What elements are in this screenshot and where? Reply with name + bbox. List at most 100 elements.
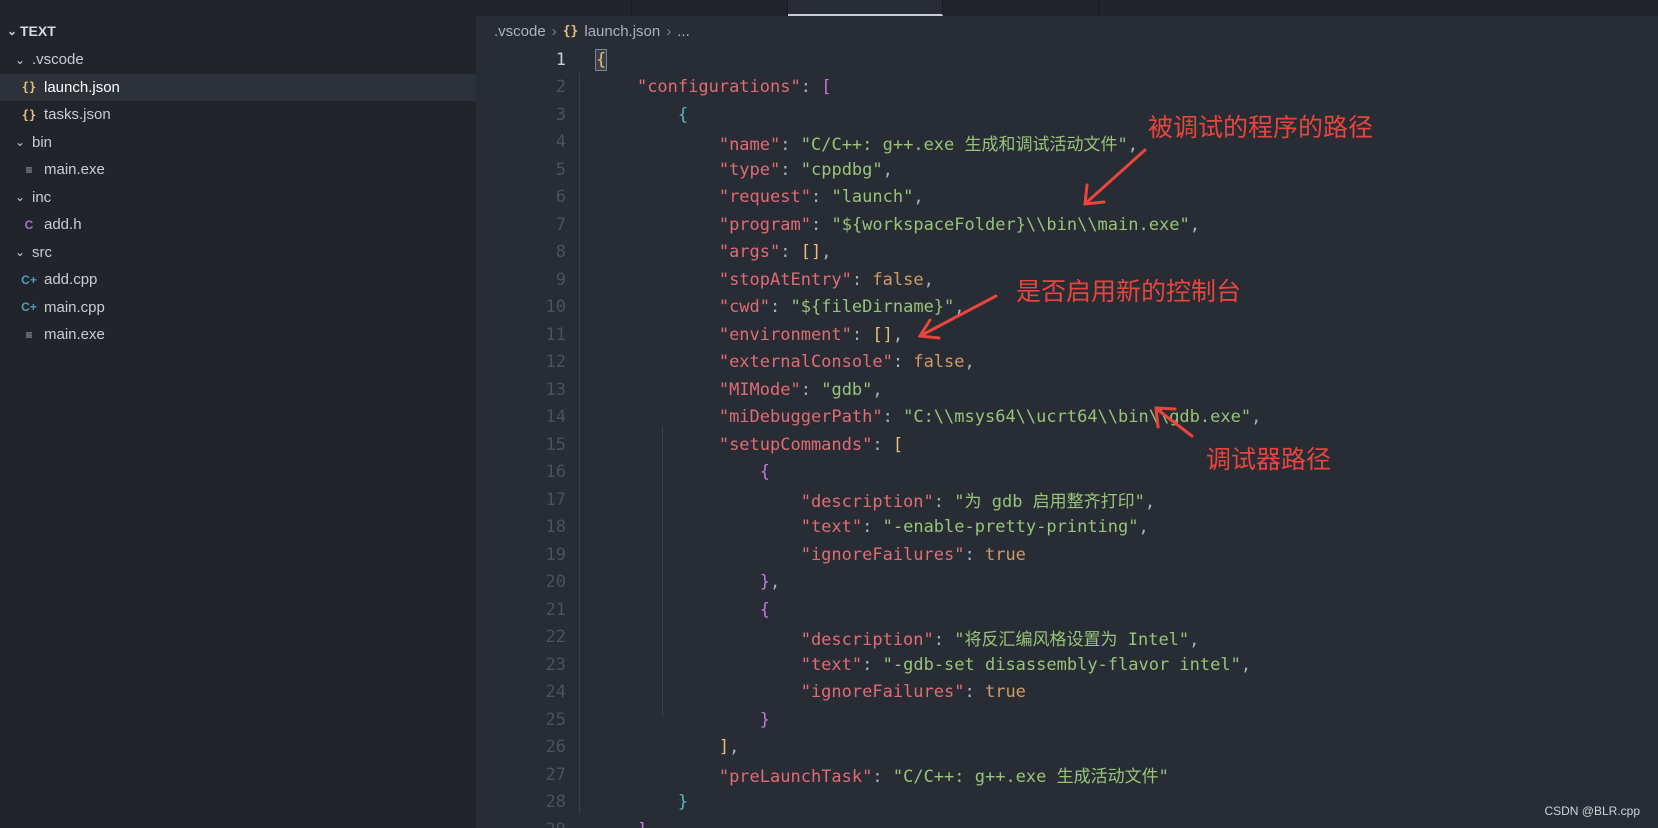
line-number: 7 (555, 214, 566, 235)
code-text: { (594, 48, 608, 71)
code-line[interactable]: 21 { (476, 596, 1658, 624)
line-number: 13 (545, 379, 566, 400)
line-number: 14 (545, 407, 566, 428)
code-line[interactable]: 11 "environment": [], (476, 321, 1658, 349)
code-text: { (759, 462, 771, 483)
code-line[interactable]: 20 }, (476, 569, 1658, 597)
tab-tasks-json[interactable] (943, 0, 1099, 16)
code-line[interactable]: 5 "type": "cppdbg", (476, 156, 1658, 184)
breadcrumb-file[interactable]: launch.json (584, 23, 660, 40)
line-number: 9 (555, 269, 566, 290)
line-number: 16 (545, 462, 566, 483)
json-braces-icon: {} (562, 23, 579, 39)
code-line[interactable]: 13 "MIMode": "gdb", (476, 376, 1658, 404)
folder-item[interactable]: ⌄ bin (0, 129, 476, 157)
tab-bar (0, 0, 1658, 16)
code-text: } (677, 792, 689, 813)
tree-item-label: tasks.json (44, 106, 111, 124)
breadcrumb-ellipsis[interactable]: ... (677, 23, 690, 40)
tree-item-label: bin (32, 133, 53, 151)
code-line[interactable]: 27 "preLaunchTask": "C/C++: g++.exe 生成活动… (476, 761, 1658, 789)
code-line[interactable]: 23 "text": "-gdb-set disassembly-flavor … (476, 651, 1658, 679)
code-line[interactable]: 16 { (476, 459, 1658, 487)
code-line[interactable]: 18 "text": "-enable-pretty-printing", (476, 514, 1658, 542)
text-file-icon: ≡ (25, 327, 33, 342)
line-number: 26 (545, 737, 566, 758)
file-item[interactable]: {} tasks.json (0, 101, 476, 129)
chevron-right-icon: › (666, 22, 672, 40)
code-line[interactable]: 26 ], (476, 734, 1658, 762)
code-editor[interactable]: .vscode › {} launch.json › ... 1{2 "conf… (476, 16, 1658, 828)
tab-add-h[interactable] (476, 0, 632, 16)
code-line[interactable]: 19 "ignoreFailures": true (476, 541, 1658, 569)
line-number: 5 (555, 159, 566, 180)
code-line[interactable]: 3 { (476, 101, 1658, 129)
tab-main-cpp[interactable] (632, 0, 788, 16)
line-number: 23 (545, 654, 566, 675)
tree-item-label: .vscode (32, 51, 84, 69)
code-text: "name": "C/C++: g++.exe 生成和调试活动文件", (718, 134, 1138, 155)
line-number: 1 (555, 49, 566, 70)
line-number: 21 (545, 599, 566, 620)
code-line[interactable]: 17 "description": "为 gdb 启用整齐打印", (476, 486, 1658, 514)
file-item[interactable]: C+ main.cpp (0, 294, 476, 322)
file-item[interactable]: ≡ main.exe (0, 156, 476, 184)
folder-item[interactable]: ⌄ .vscode (0, 46, 476, 74)
line-number: 11 (545, 324, 566, 345)
line-number: 19 (545, 544, 566, 565)
code-line[interactable]: 8 "args": [], (476, 239, 1658, 267)
c-file-icon: C (24, 217, 34, 232)
code-text: "preLaunchTask": "C/C++: g++.exe 生成活动文件" (718, 767, 1169, 788)
code-line[interactable]: 12 "externalConsole": false, (476, 349, 1658, 377)
code-text: "cwd": "${fileDirname}", (718, 297, 965, 318)
line-number: 6 (555, 187, 566, 208)
json-braces-icon: {} (21, 80, 37, 95)
line-number: 20 (545, 572, 566, 593)
watermark: CSDN @BLR.cpp (1544, 804, 1640, 818)
explorer-root-header[interactable]: ⌄ TEXT (0, 16, 476, 46)
chevron-down-icon: ⌄ (14, 245, 26, 260)
tree-item-label: inc (32, 188, 52, 206)
code-line[interactable]: 7 "program": "${workspaceFolder}\\bin\\m… (476, 211, 1658, 239)
line-number: 28 (545, 792, 566, 813)
folder-item[interactable]: ⌄ inc (0, 184, 476, 212)
tab-launch-json[interactable] (788, 0, 943, 16)
code-text: "stopAtEntry": false, (718, 269, 934, 290)
code-line[interactable]: 25 } (476, 706, 1658, 734)
cpp-file-icon: C+ (21, 300, 37, 315)
code-text: "description": "为 gdb 启用整齐打印", (800, 492, 1156, 513)
code-line[interactable]: 1{ (476, 46, 1658, 74)
line-number: 17 (545, 489, 566, 510)
tree-item-label: main.exe (44, 161, 105, 179)
json-braces-icon: {} (21, 107, 37, 122)
code-line[interactable]: 28 } (476, 789, 1658, 817)
line-number: 29 (476, 820, 566, 828)
tree-item-label: launch.json (44, 78, 120, 96)
line-number: 15 (545, 434, 566, 455)
file-item[interactable]: {} launch.json (0, 73, 476, 101)
code-line[interactable]: 15 "setupCommands": [ (476, 431, 1658, 459)
line-number: 24 (545, 682, 566, 703)
code-text: "configurations": [ (636, 77, 832, 98)
tree-item-label: src (32, 243, 52, 261)
annotation-new-console: 是否启用新的控制台 (1016, 277, 1242, 306)
code-line[interactable]: 6 "request": "launch", (476, 184, 1658, 212)
file-item[interactable]: C+ add.cpp (0, 266, 476, 294)
code-line[interactable]: 22 "description": "将反汇编风格设置为 Intel", (476, 624, 1658, 652)
tree-item-label: main.exe (44, 326, 105, 344)
chevron-down-icon: ⌄ (14, 135, 26, 150)
code-line[interactable]: 29 ] (476, 816, 1658, 828)
file-item[interactable]: ≡ main.exe (0, 321, 476, 349)
chevron-down-icon: ⌄ (14, 190, 26, 205)
code-line[interactable]: 24 "ignoreFailures": true (476, 679, 1658, 707)
breadcrumb-folder[interactable]: .vscode (494, 23, 546, 40)
folder-item[interactable]: ⌄ src (0, 239, 476, 267)
chevron-right-icon: › (551, 22, 557, 40)
file-tree: ⌄ .vscode {} launch.json {} tasks.json ⌄ bin ≡ ma… (0, 46, 476, 349)
code-line[interactable]: 2 "configurations": [ (476, 74, 1658, 102)
code-line[interactable]: 14 "miDebuggerPath": "C:\\msys64\\ucrt64… (476, 404, 1658, 432)
code-text: "args": [], (718, 242, 832, 263)
file-item[interactable]: Cadd.h (0, 211, 476, 239)
code-text: } (759, 709, 771, 730)
code-line[interactable]: 4 "name": "C/C++: g++.exe 生成和调试活动文件", (476, 129, 1658, 157)
